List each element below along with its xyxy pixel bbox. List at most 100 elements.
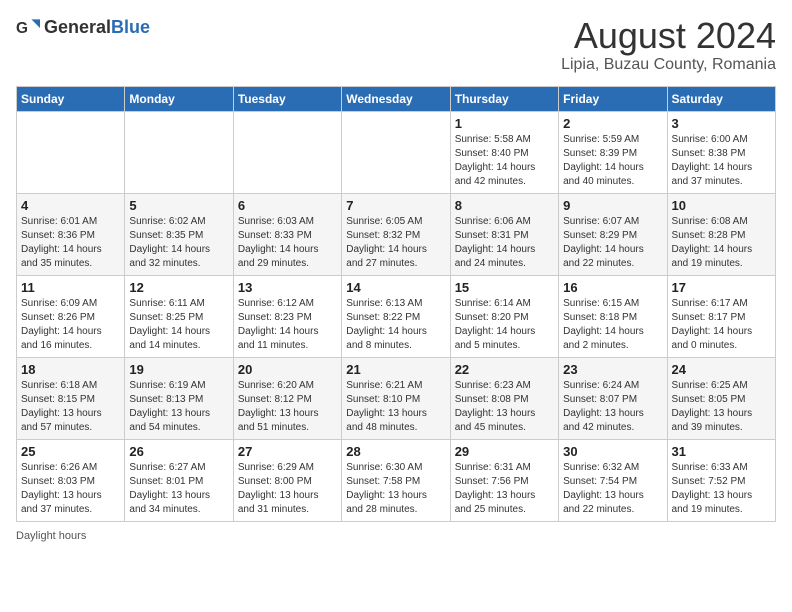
day-number: 5 <box>129 198 228 213</box>
calendar-week-row: 18 Sunrise: 6:18 AM Sunset: 8:15 PM Dayli… <box>17 357 776 439</box>
calendar-week-row: 1 Sunrise: 5:58 AM Sunset: 8:40 PM Daylig… <box>17 111 776 193</box>
day-number: 8 <box>455 198 554 213</box>
calendar-cell <box>233 111 341 193</box>
calendar-cell: 30Sunrise: 6:32 AM Sunset: 7:54 PM Dayli… <box>559 439 667 521</box>
day-number: 31 <box>672 444 771 459</box>
calendar-cell: 21 Sunrise: 6:21 AM Sunset: 8:10 PM Dayli… <box>342 357 450 439</box>
col-header-sunday: Sunday <box>17 86 125 111</box>
day-info: Sunrise: 6:02 AM Sunset: 8:35 PM Dayligh… <box>129 215 228 271</box>
day-number: 30 <box>563 444 662 459</box>
col-header-wednesday: Wednesday <box>342 86 450 111</box>
day-info: Sunrise: 6:33 AM Sunset: 7:52 PM Dayligh… <box>672 461 771 517</box>
calendar-cell: 25 Sunrise: 6:26 AM Sunset: 8:03 PM Dayli… <box>17 439 125 521</box>
day-info: Sunrise: 6:18 AM Sunset: 8:15 PM Dayligh… <box>21 379 120 435</box>
calendar-cell: 11 Sunrise: 6:09 AM Sunset: 8:26 PM Dayli… <box>17 275 125 357</box>
day-number: 1 <box>455 116 554 131</box>
day-number: 22 <box>455 362 554 377</box>
day-number: 29 <box>455 444 554 459</box>
calendar-cell: 28 Sunrise: 6:30 AM Sunset: 7:58 PM Dayli… <box>342 439 450 521</box>
day-number: 12 <box>129 280 228 295</box>
day-info: Sunrise: 6:25 AM Sunset: 8:05 PM Dayligh… <box>672 379 771 435</box>
day-number: 7 <box>346 198 445 213</box>
calendar-cell: 2 Sunrise: 5:59 AM Sunset: 8:39 PM Daylig… <box>559 111 667 193</box>
day-info: Sunrise: 6:12 AM Sunset: 8:23 PM Dayligh… <box>238 297 337 353</box>
day-info: Sunrise: 5:59 AM Sunset: 8:39 PM Dayligh… <box>563 133 662 189</box>
day-info: Sunrise: 6:31 AM Sunset: 7:56 PM Dayligh… <box>455 461 554 517</box>
col-header-saturday: Saturday <box>667 86 775 111</box>
day-info: Sunrise: 6:17 AM Sunset: 8:17 PM Dayligh… <box>672 297 771 353</box>
calendar-week-row: 25 Sunrise: 6:26 AM Sunset: 8:03 PM Dayli… <box>17 439 776 521</box>
calendar-cell: 7 Sunrise: 6:05 AM Sunset: 8:32 PM Daylig… <box>342 193 450 275</box>
calendar-cell: 26Sunrise: 6:27 AM Sunset: 8:01 PM Dayli… <box>125 439 233 521</box>
calendar-cell: 13 Sunrise: 6:12 AM Sunset: 8:23 PM Dayli… <box>233 275 341 357</box>
logo-icon: G <box>16 16 40 40</box>
calendar-cell: 23 Sunrise: 6:24 AM Sunset: 8:07 PM Dayli… <box>559 357 667 439</box>
day-info: Sunrise: 5:58 AM Sunset: 8:40 PM Dayligh… <box>455 133 554 189</box>
calendar-cell: 5 Sunrise: 6:02 AM Sunset: 8:35 PM Daylig… <box>125 193 233 275</box>
calendar-cell: 4Sunrise: 6:01 AM Sunset: 8:36 PM Daylig… <box>17 193 125 275</box>
day-info: Sunrise: 6:19 AM Sunset: 8:13 PM Dayligh… <box>129 379 228 435</box>
calendar-cell: 20Sunrise: 6:20 AM Sunset: 8:12 PM Dayli… <box>233 357 341 439</box>
day-number: 9 <box>563 198 662 213</box>
calendar-cell: 12Sunrise: 6:11 AM Sunset: 8:25 PM Dayli… <box>125 275 233 357</box>
day-number: 10 <box>672 198 771 213</box>
col-header-monday: Monday <box>125 86 233 111</box>
calendar-cell: 17Sunrise: 6:17 AM Sunset: 8:17 PM Dayli… <box>667 275 775 357</box>
day-number: 28 <box>346 444 445 459</box>
calendar-cell: 19 Sunrise: 6:19 AM Sunset: 8:13 PM Dayli… <box>125 357 233 439</box>
calendar-title: August 2024 <box>561 16 776 56</box>
calendar-cell <box>125 111 233 193</box>
day-number: 3 <box>672 116 771 131</box>
day-info: Sunrise: 6:24 AM Sunset: 8:07 PM Dayligh… <box>563 379 662 435</box>
day-number: 26 <box>129 444 228 459</box>
day-info: Sunrise: 6:21 AM Sunset: 8:10 PM Dayligh… <box>346 379 445 435</box>
day-info: Sunrise: 6:06 AM Sunset: 8:31 PM Dayligh… <box>455 215 554 271</box>
calendar-cell: 24Sunrise: 6:25 AM Sunset: 8:05 PM Dayli… <box>667 357 775 439</box>
calendar-subtitle: Lipia, Buzau County, Romania <box>561 56 776 74</box>
header: G GeneralBlue August 2024 Lipia, Buzau C… <box>16 16 776 74</box>
day-info: Sunrise: 6:00 AM Sunset: 8:38 PM Dayligh… <box>672 133 771 189</box>
svg-text:G: G <box>16 20 28 37</box>
day-info: Sunrise: 6:08 AM Sunset: 8:28 PM Dayligh… <box>672 215 771 271</box>
calendar-week-row: 11 Sunrise: 6:09 AM Sunset: 8:26 PM Dayli… <box>17 275 776 357</box>
day-number: 2 <box>563 116 662 131</box>
day-number: 6 <box>238 198 337 213</box>
calendar-cell: 18 Sunrise: 6:18 AM Sunset: 8:15 PM Dayli… <box>17 357 125 439</box>
day-number: 14 <box>346 280 445 295</box>
calendar-cell: 1 Sunrise: 5:58 AM Sunset: 8:40 PM Daylig… <box>450 111 558 193</box>
col-header-tuesday: Tuesday <box>233 86 341 111</box>
day-number: 20 <box>238 362 337 377</box>
day-number: 18 <box>21 362 120 377</box>
calendar-cell <box>17 111 125 193</box>
title-area: August 2024 Lipia, Buzau County, Romania <box>561 16 776 74</box>
day-number: 21 <box>346 362 445 377</box>
calendar-cell: 6Sunrise: 6:03 AM Sunset: 8:33 PM Daylig… <box>233 193 341 275</box>
logo-text-general: General <box>44 17 111 37</box>
day-info: Sunrise: 6:14 AM Sunset: 8:20 PM Dayligh… <box>455 297 554 353</box>
day-number: 15 <box>455 280 554 295</box>
calendar-cell: 14Sunrise: 6:13 AM Sunset: 8:22 PM Dayli… <box>342 275 450 357</box>
day-info: Sunrise: 6:29 AM Sunset: 8:00 PM Dayligh… <box>238 461 337 517</box>
day-number: 13 <box>238 280 337 295</box>
day-info: Sunrise: 6:09 AM Sunset: 8:26 PM Dayligh… <box>21 297 120 353</box>
calendar-cell: 27Sunrise: 6:29 AM Sunset: 8:00 PM Dayli… <box>233 439 341 521</box>
calendar-cell: 29 Sunrise: 6:31 AM Sunset: 7:56 PM Dayli… <box>450 439 558 521</box>
day-number: 16 <box>563 280 662 295</box>
logo-text-blue: Blue <box>111 17 150 37</box>
day-info: Sunrise: 6:30 AM Sunset: 7:58 PM Dayligh… <box>346 461 445 517</box>
day-number: 19 <box>129 362 228 377</box>
col-header-thursday: Thursday <box>450 86 558 111</box>
calendar-cell: 9 Sunrise: 6:07 AM Sunset: 8:29 PM Daylig… <box>559 193 667 275</box>
day-number: 11 <box>21 280 120 295</box>
day-info: Sunrise: 6:01 AM Sunset: 8:36 PM Dayligh… <box>21 215 120 271</box>
col-header-friday: Friday <box>559 86 667 111</box>
day-number: 25 <box>21 444 120 459</box>
calendar-header-row: SundayMondayTuesdayWednesdayThursdayFrid… <box>17 86 776 111</box>
calendar-cell: 10 Sunrise: 6:08 AM Sunset: 8:28 PM Dayli… <box>667 193 775 275</box>
day-info: Sunrise: 6:05 AM Sunset: 8:32 PM Dayligh… <box>346 215 445 271</box>
day-info: Sunrise: 6:07 AM Sunset: 8:29 PM Dayligh… <box>563 215 662 271</box>
day-number: 23 <box>563 362 662 377</box>
calendar-cell: 16Sunrise: 6:15 AM Sunset: 8:18 PM Dayli… <box>559 275 667 357</box>
day-info: Sunrise: 6:26 AM Sunset: 8:03 PM Dayligh… <box>21 461 120 517</box>
day-info: Sunrise: 6:23 AM Sunset: 8:08 PM Dayligh… <box>455 379 554 435</box>
